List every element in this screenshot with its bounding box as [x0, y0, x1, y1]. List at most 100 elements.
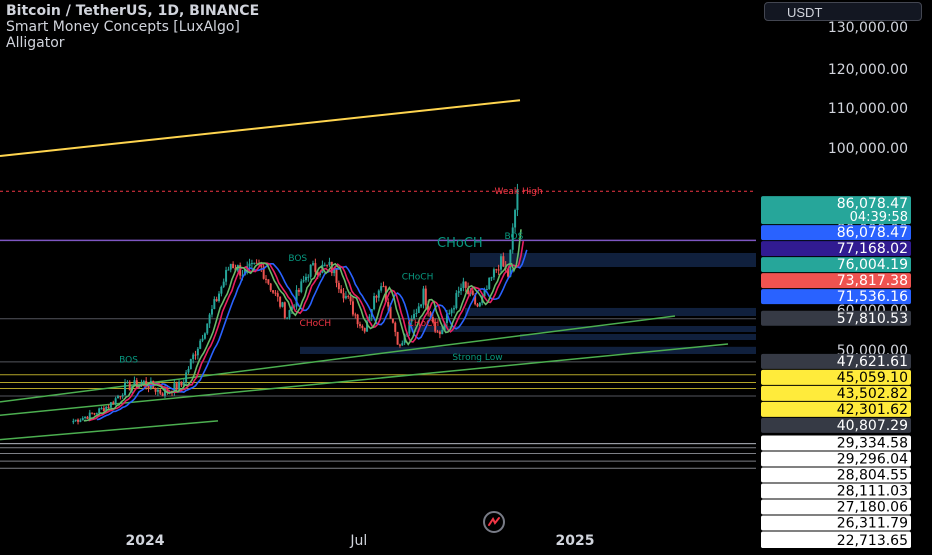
candle-body: [497, 269, 500, 271]
candle-body: [81, 418, 84, 421]
candle-body: [220, 286, 223, 294]
price-label-text: 77,168.02: [837, 241, 908, 257]
candle-body: [274, 292, 277, 294]
candle-body: [514, 209, 517, 228]
smc-structure-label: CHoCH: [402, 272, 434, 282]
candle-body: [485, 289, 488, 291]
candle-body: [121, 395, 124, 397]
candle-body: [119, 396, 122, 398]
candle-body: [206, 323, 209, 334]
x-tick-label: Jul: [349, 533, 367, 549]
candle-body: [420, 304, 423, 307]
candle-body: [471, 290, 474, 295]
alligator-jaw-line: [96, 249, 528, 421]
price-label-text: 43,502.82: [837, 386, 908, 402]
candle-body: [279, 296, 282, 307]
candle-body: [215, 299, 218, 302]
symbol-title[interactable]: Bitcoin / TetherUS, 1D, BINANCE: [6, 3, 259, 19]
candle-body: [265, 278, 268, 280]
candle-body: [328, 261, 331, 266]
candle-body: [398, 344, 401, 346]
candle-body: [269, 283, 272, 291]
chart-canvas[interactable]: 130,000.00 120,000.00 110,000.00 100,000.00…: [0, 0, 932, 550]
candle-body: [248, 263, 251, 267]
candle-body: [488, 277, 491, 290]
price-label-text: 73,817.38: [837, 273, 908, 289]
candle-body: [208, 314, 211, 324]
candle-body: [335, 269, 338, 283]
candle-body: [128, 381, 131, 391]
candle-body: [100, 408, 103, 410]
candle-body: [79, 420, 82, 422]
order-block-zone: [520, 334, 756, 340]
candle-body: [495, 269, 498, 271]
candle-body: [373, 296, 376, 310]
candle-body: [337, 282, 340, 290]
candle-body: [253, 262, 256, 264]
candle-body: [250, 263, 253, 265]
candle-body: [102, 408, 105, 412]
candle-body: [124, 382, 127, 396]
price-label-text: 29,334.58: [837, 435, 908, 451]
candle-body: [232, 263, 235, 269]
candle-body: [286, 317, 289, 319]
trendline-green: [0, 420, 219, 441]
candle-body: [490, 277, 493, 279]
candle-body: [460, 287, 463, 291]
candle-body: [359, 324, 361, 326]
candle-body: [272, 290, 275, 293]
candle-body: [156, 389, 159, 392]
candle-body: [142, 380, 145, 383]
candle-body: [203, 333, 206, 339]
candle-body: [91, 412, 94, 414]
smc-structure-label: CHoCH: [437, 236, 483, 251]
currency-label: USDT: [787, 5, 823, 20]
candle-body: [452, 308, 455, 310]
y-tick-label: 130,000.00: [828, 20, 908, 36]
candle-body: [213, 299, 216, 310]
candle-body: [107, 406, 110, 408]
candle-body: [109, 402, 112, 408]
candle-body: [344, 296, 347, 299]
smc-structure-label: CHoCH: [408, 319, 440, 329]
candle-body: [502, 256, 505, 267]
candle-body: [194, 354, 197, 356]
price-label-text: 57,810.53: [837, 311, 908, 327]
candle-body: [161, 393, 164, 396]
indicator-smc-label[interactable]: Smart Money Concepts [LuxAlgo]: [6, 19, 259, 35]
price-label-text: 26,311.79: [837, 515, 908, 531]
price-label-text: 29,296.04: [837, 451, 908, 467]
candle-body: [210, 309, 213, 315]
candle-body: [448, 313, 451, 315]
candle-body: [159, 389, 162, 394]
candle-body: [464, 281, 467, 288]
candle-body: [95, 413, 98, 415]
candlestick-chart[interactable]: 130,000.00 120,000.00 110,000.00 100,000.00…: [0, 0, 932, 550]
candle-body: [304, 276, 307, 281]
candle-body: [478, 302, 481, 307]
candle-body: [185, 372, 188, 383]
candle-body: [476, 304, 479, 307]
currency-selector-button[interactable]: USDT: [764, 2, 922, 21]
candle-body: [300, 281, 303, 292]
indicator-alligator-label[interactable]: Alligator: [6, 35, 259, 51]
candle-body: [375, 296, 378, 298]
price-label-text: 27,180.06: [837, 499, 908, 515]
candle-body: [401, 343, 404, 346]
candle-body: [199, 340, 202, 349]
price-label-text: 86,078.47: [837, 225, 908, 241]
candle-body: [267, 279, 270, 284]
x-tick-label: 2025: [556, 533, 595, 549]
candle-body: [391, 318, 394, 323]
candle-body: [380, 286, 383, 291]
candle-body: [438, 331, 441, 335]
candle-body: [436, 331, 439, 333]
price-label-text: 47,621.61: [837, 354, 908, 370]
candle-body: [314, 263, 317, 272]
candle-body: [417, 306, 420, 313]
countdown-label-text: 04:39:58: [850, 210, 908, 225]
candle-body: [462, 281, 465, 288]
candle-body: [455, 293, 458, 309]
candle-body: [307, 276, 310, 278]
candle-body: [394, 322, 397, 332]
